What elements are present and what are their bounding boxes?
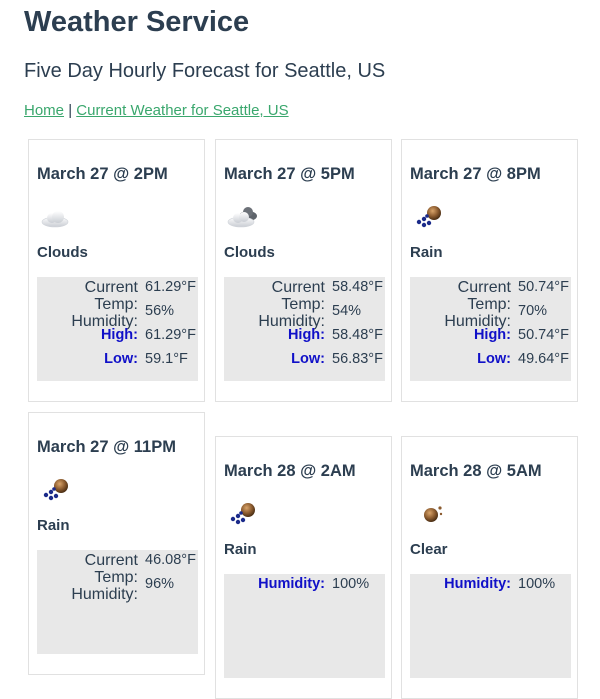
clouds-icon	[226, 202, 260, 230]
home-link[interactable]: Home	[24, 102, 64, 119]
current-temp-value: 58.48°F	[332, 279, 383, 295]
high-label: High:	[100, 327, 138, 343]
forecast-card: March 27 @ 11PM Rain Current Temp: Humid…	[28, 412, 205, 675]
current-temp-value: 46.08°F	[145, 552, 196, 568]
humidity-value: 70%	[518, 303, 548, 319]
humidity-value: 56%	[145, 303, 175, 319]
forecast-card: March 28 @ 5AM Clear Humidity: 100%	[401, 436, 578, 699]
humidity-value: 54%	[332, 303, 362, 319]
humidity-label: Humidity:	[258, 576, 325, 592]
forecast-time: March 28 @ 5AM	[410, 462, 542, 480]
current-weather-link[interactable]: Current Weather for Seattle, US	[76, 102, 288, 119]
rain-icon	[39, 475, 73, 503]
forecast-time: March 27 @ 11PM	[37, 438, 176, 456]
stats-panel: Current Temp: Humidity: 50.74°F 70% High…	[410, 277, 571, 381]
clouds-icon	[39, 202, 73, 230]
page-subtitle: Five Day Hourly Forecast for Seattle, US	[24, 60, 386, 82]
site-title: Weather Service	[24, 6, 250, 38]
high-value: 61.29°F	[145, 327, 196, 343]
humidity-value: 100%	[332, 576, 370, 592]
high-value: 50.74°F	[518, 327, 569, 343]
condition-label: Clouds	[224, 244, 275, 261]
clear-icon	[412, 499, 446, 527]
forecast-card: March 27 @ 2PM Clouds Current Temp: Humi…	[28, 139, 205, 402]
high-label: High:	[287, 327, 325, 343]
stats-panel: Current Temp: Humidity: 58.48°F 54% High…	[224, 277, 385, 381]
forecast-time: March 27 @ 5PM	[224, 165, 355, 183]
rain-icon	[226, 499, 260, 527]
forecast-time: March 28 @ 2AM	[224, 462, 356, 480]
breadcrumb-separator: |	[68, 102, 73, 119]
current-temp-value: 61.29°F	[145, 279, 196, 295]
high-value: 58.48°F	[332, 327, 383, 343]
stats-panel: Humidity: 100%	[410, 574, 571, 678]
high-label: High:	[473, 327, 511, 343]
low-value: 49.64°F	[518, 351, 569, 367]
humidity-label: Humidity:	[444, 576, 511, 592]
low-value: 56.83°F	[332, 351, 383, 367]
condition-label: Clear	[410, 541, 448, 558]
forecast-card: March 27 @ 8PM Rain Current Temp: Humidi…	[401, 139, 578, 402]
low-value: 59.1°F	[145, 351, 188, 367]
stats-panel: Humidity: 100%	[224, 574, 385, 678]
stats-panel: Current Temp: Humidity: 46.08°F 96%	[37, 550, 198, 654]
current-temp-value: 50.74°F	[518, 279, 569, 295]
condition-label: Rain	[37, 517, 70, 534]
forecast-card: March 27 @ 5PM Clouds Current Temp: Humi…	[215, 139, 392, 402]
forecast-card: March 28 @ 2AM Rain Humidity: 100%	[215, 436, 392, 699]
stats-panel: Current Temp: Humidity: 61.29°F 56% High…	[37, 277, 198, 381]
condition-label: Clouds	[37, 244, 88, 261]
low-label: Low:	[104, 351, 138, 367]
low-label: Low:	[477, 351, 511, 367]
condition-label: Rain	[410, 244, 443, 261]
low-label: Low:	[291, 351, 325, 367]
humidity-value: 96%	[145, 576, 175, 592]
humidity-value: 100%	[518, 576, 556, 592]
forecast-time: March 27 @ 8PM	[410, 165, 541, 183]
forecast-time: March 27 @ 2PM	[37, 165, 168, 183]
condition-label: Rain	[224, 541, 257, 558]
rain-icon	[412, 202, 446, 230]
breadcrumb: Home | Current Weather for Seattle, US	[24, 102, 289, 119]
